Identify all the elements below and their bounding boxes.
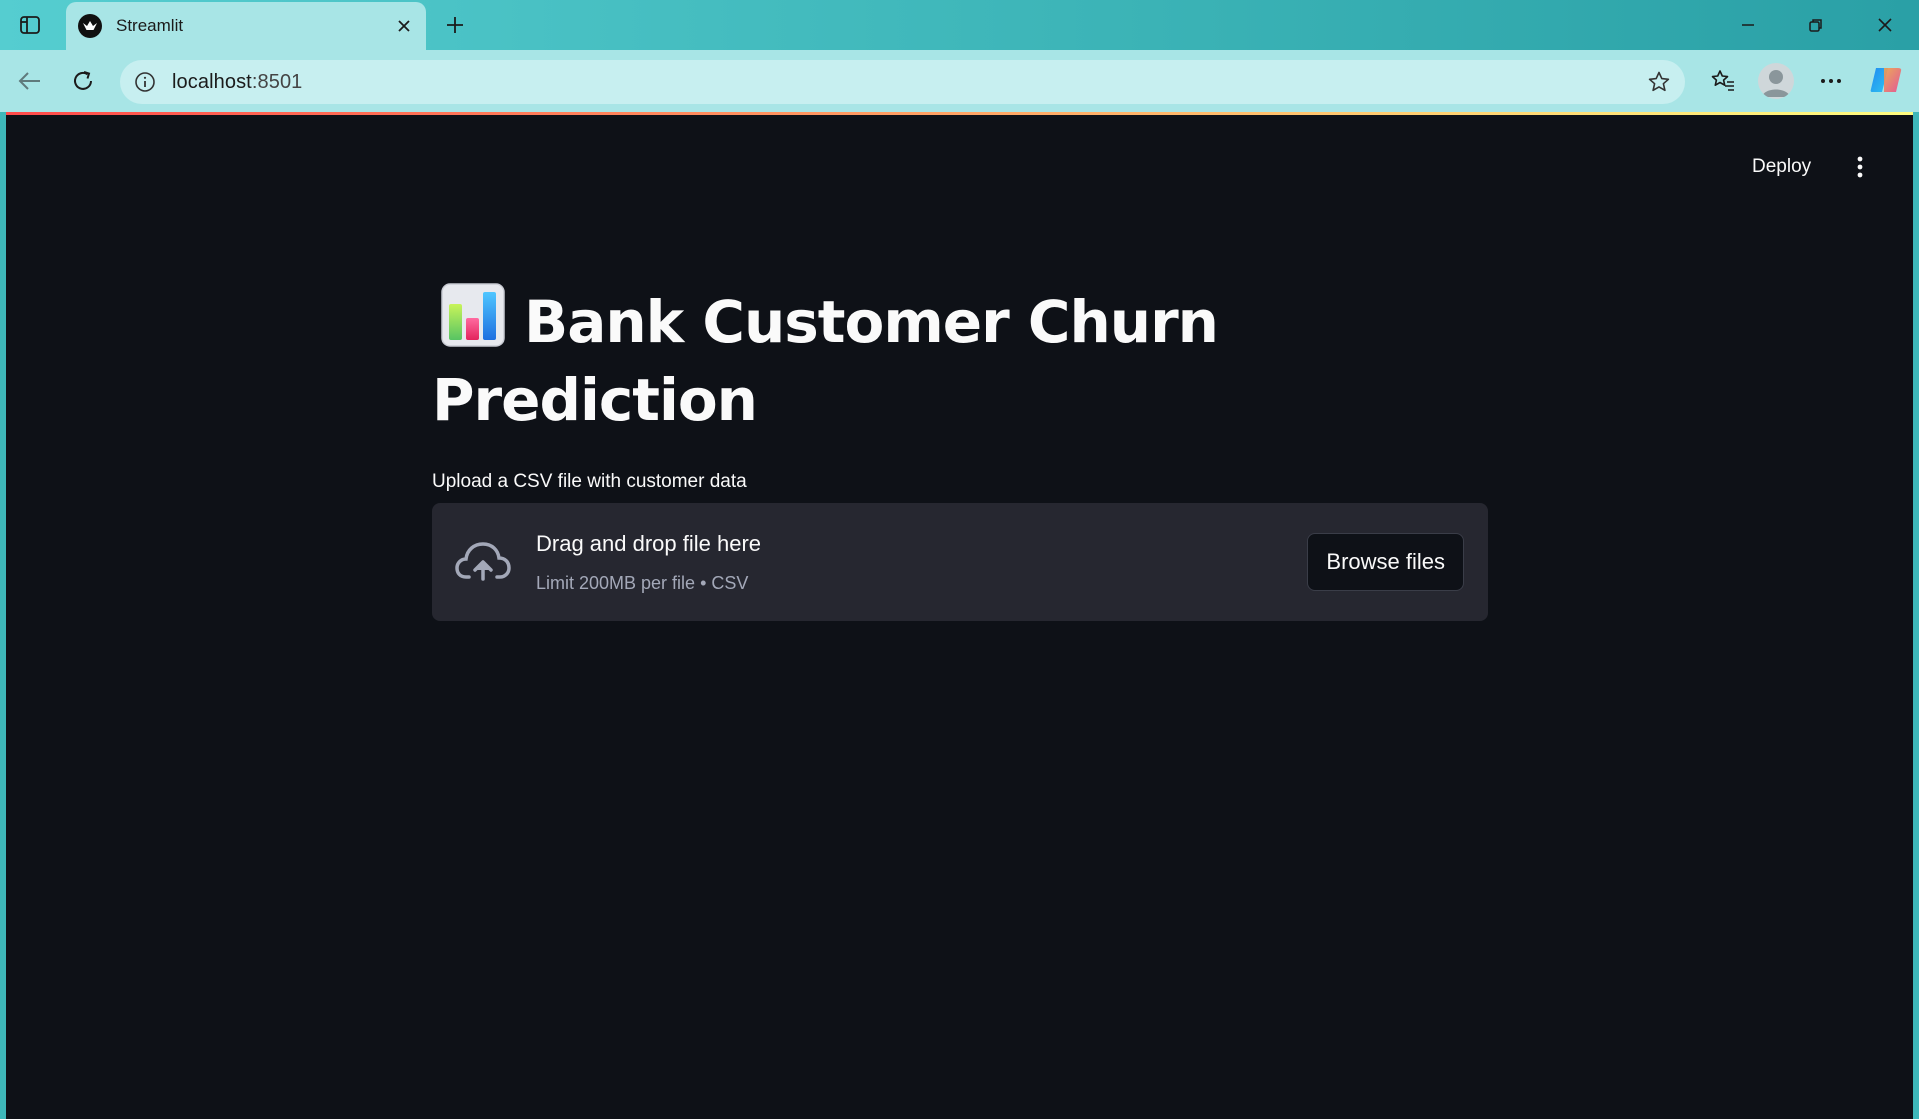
browser-tab-active[interactable]: Streamlit (66, 2, 426, 50)
new-tab-icon[interactable] (438, 8, 472, 42)
dropzone-instructions: Drag and drop file here (536, 531, 762, 556)
address-host: localhost (172, 70, 252, 93)
address-text: localhost:8501 (172, 71, 302, 94)
header-decoration (6, 112, 1913, 115)
minimize-icon[interactable] (1725, 6, 1771, 44)
deploy-button[interactable]: Deploy (1740, 150, 1823, 184)
close-tab-icon[interactable] (392, 14, 416, 38)
address-bar[interactable]: localhost:8501 (120, 60, 1685, 104)
restore-icon[interactable] (1793, 6, 1839, 44)
main-menu-icon[interactable] (1843, 150, 1877, 184)
cloud-upload-icon (455, 542, 511, 581)
dropzone-limit: Limit 200MB per file • CSV (536, 573, 749, 593)
copilot-icon[interactable] (1868, 62, 1904, 98)
close-window-icon[interactable] (1862, 6, 1908, 44)
tab-title: Streamlit (116, 16, 184, 35)
page-title: Bank Customer Churn Prediction (432, 282, 1332, 439)
main-content: Bank Customer Churn Prediction Upload a … (432, 282, 1488, 621)
favorite-star-icon[interactable] (1645, 68, 1673, 96)
page-title-text: Bank Customer Churn Prediction (432, 288, 1219, 434)
file-dropzone[interactable]: Drag and drop file here Limit 200MB per … (432, 503, 1488, 621)
streamlit-favicon-icon (78, 14, 102, 38)
browse-files-button[interactable]: Browse files (1307, 533, 1464, 591)
more-options-icon[interactable] (1812, 62, 1850, 100)
bar-chart-emoji-icon (441, 283, 505, 347)
profile-avatar-icon[interactable] (1758, 63, 1794, 99)
refresh-icon[interactable] (64, 62, 102, 100)
streamlit-app: Deploy Bank Customer Churn Prediction Up… (6, 112, 1913, 1119)
browser-tab-bar: Streamlit (0, 0, 1919, 50)
favorites-icon[interactable] (1704, 62, 1742, 100)
tab-actions-icon[interactable] (14, 10, 46, 40)
uploader-label: Upload a CSV file with customer data (432, 471, 747, 492)
back-arrow-icon[interactable] (10, 62, 48, 100)
address-port: :8501 (251, 70, 303, 93)
browser-toolbar: localhost:8501 (0, 50, 1919, 112)
site-info-icon[interactable] (132, 69, 158, 95)
